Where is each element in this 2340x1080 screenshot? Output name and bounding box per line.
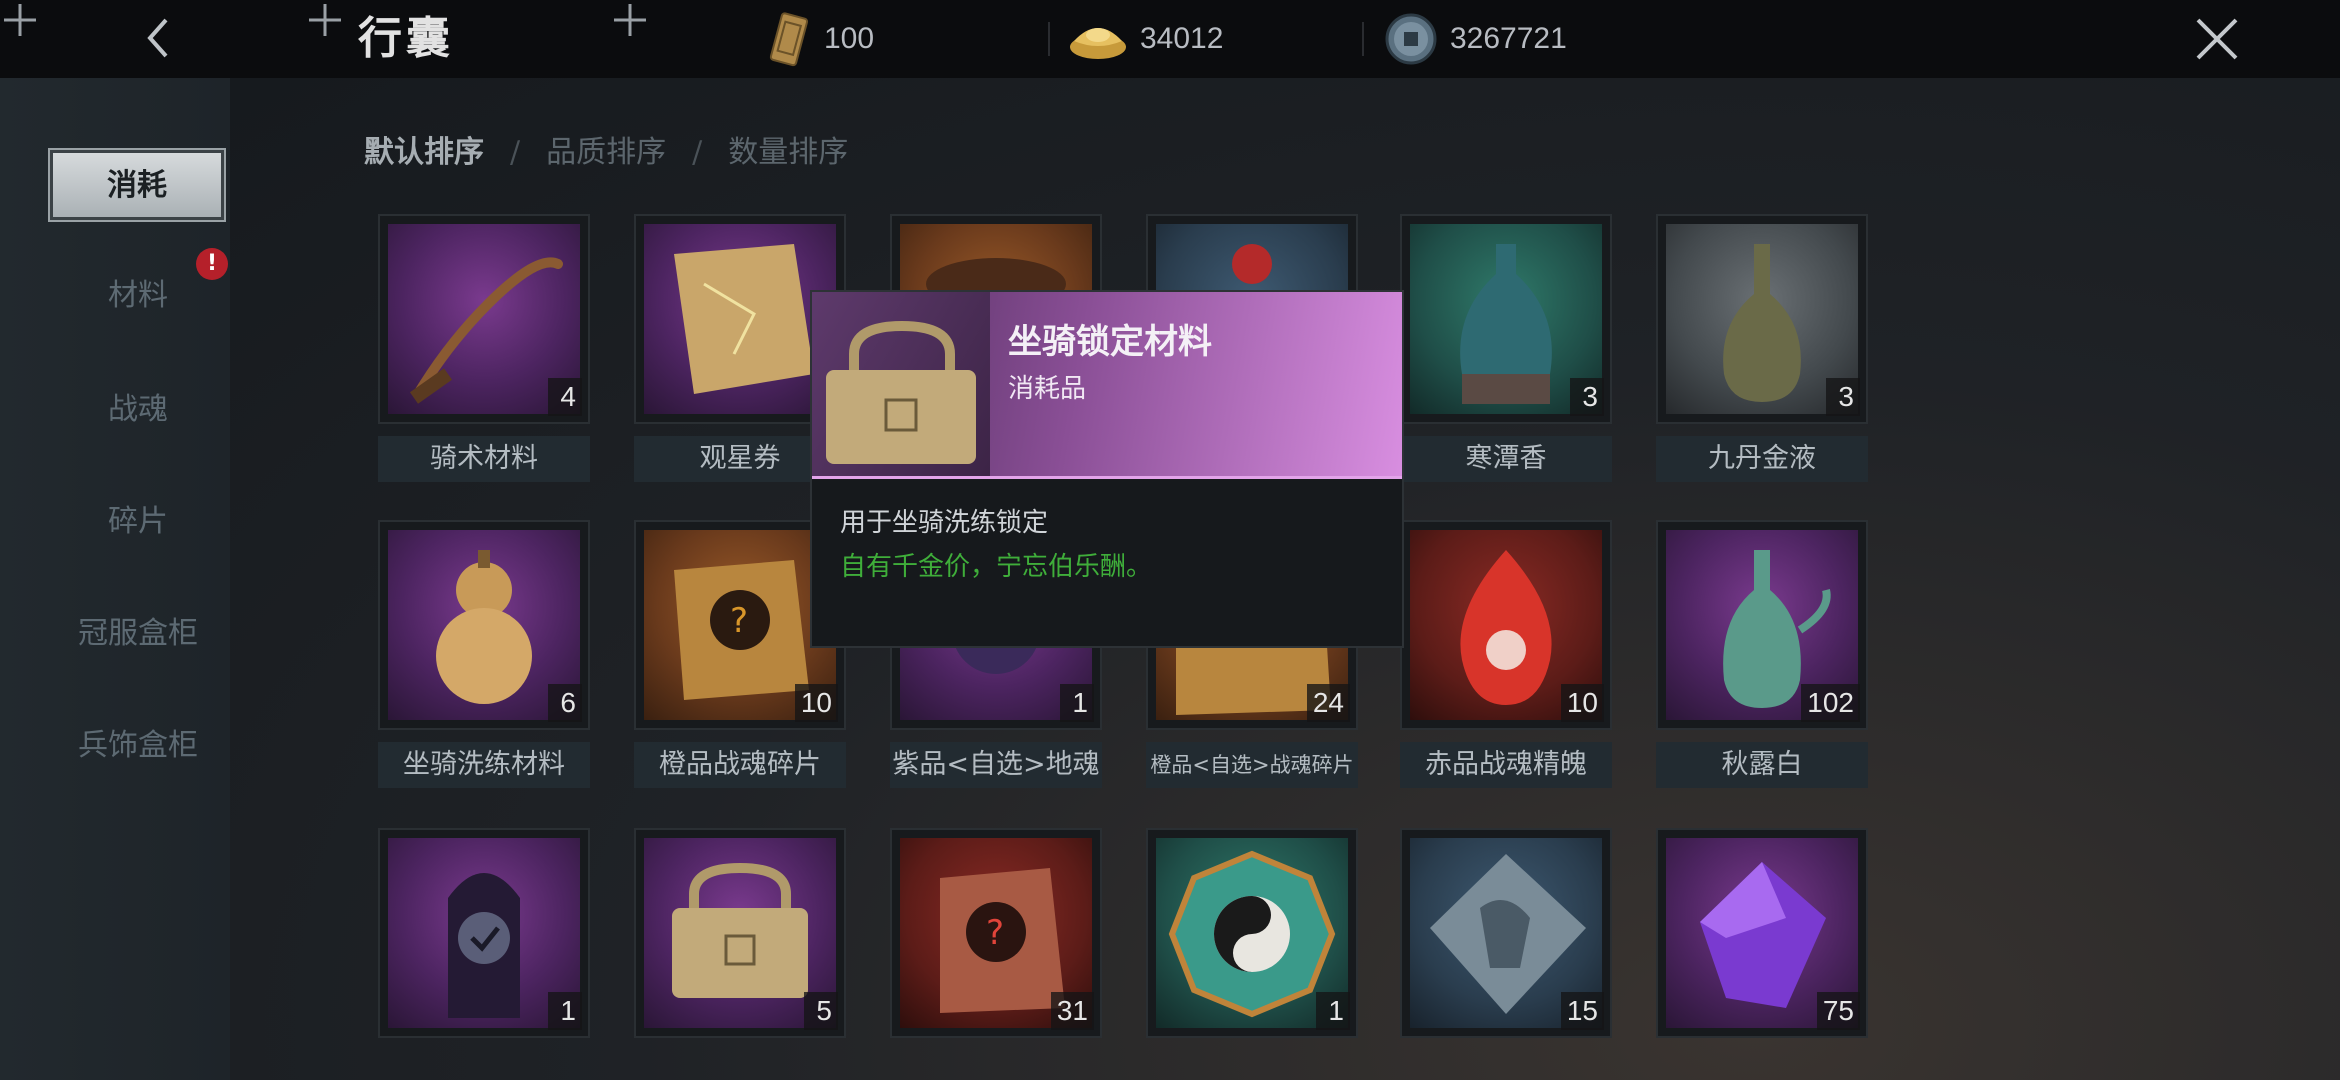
- currency-coin-value: 3267721: [1450, 22, 1567, 55]
- item-slot[interactable]: 4 骑术材料: [378, 214, 590, 482]
- item-name: 紫品<自选>地魂: [890, 742, 1102, 788]
- sort-bar: 默认排序 / 品质排序 / 数量排序: [364, 128, 848, 178]
- item-count: 1: [1316, 992, 1350, 1030]
- page-title: 行囊: [358, 13, 454, 64]
- item-slot[interactable]: ? 31: [890, 828, 1102, 1038]
- padlock-icon: [812, 292, 990, 476]
- tab-costume-cabinet[interactable]: 冠服盒柜: [0, 614, 276, 654]
- item-slot[interactable]: 102 秋露白: [1656, 520, 1868, 788]
- item-name: 秋露白: [1656, 742, 1868, 788]
- item-name: 寒潭香: [1400, 436, 1612, 482]
- item-count: 15: [1560, 992, 1604, 1030]
- item-slot[interactable]: 75: [1656, 828, 1868, 1038]
- item-name: 橙品战魂碎片: [634, 742, 846, 788]
- item-slot[interactable]: 3 九丹金液: [1656, 214, 1868, 482]
- tooltip-flavor-text: 自有千金价，宁忘伯乐酬。: [840, 552, 1153, 582]
- tooltip-item-name: 坐骑锁定材料: [1008, 322, 1212, 362]
- currency-token-value: 100: [824, 22, 875, 55]
- tab-materials[interactable]: 材料: [0, 276, 276, 316]
- category-sidebar: [0, 78, 230, 1080]
- item-count: 102: [1801, 684, 1860, 722]
- tooltip-item-type: 消耗品: [1008, 374, 1087, 404]
- close-button[interactable]: [2192, 14, 2242, 64]
- item-count: 3: [1570, 378, 1604, 416]
- coin-icon: [1385, 13, 1437, 65]
- item-name: 橙品<自选>战魂碎片: [1146, 742, 1358, 788]
- item-count: 1: [1060, 684, 1094, 722]
- item-count: 75: [1816, 992, 1860, 1030]
- item-count: 10: [1560, 684, 1604, 722]
- sort-separator: /: [510, 135, 521, 170]
- item-slot[interactable]: 1: [378, 828, 590, 1038]
- item-name: 九丹金液: [1656, 436, 1868, 482]
- item-count: 1: [548, 992, 582, 1030]
- item-count: 6: [548, 684, 582, 722]
- gold-ingot-icon: [1070, 28, 1126, 59]
- sort-quantity[interactable]: 数量排序: [728, 128, 848, 178]
- top-bar: 行囊 100 34012 3267721: [0, 0, 2340, 78]
- tooltip-description: 用于坐骑洗练锁定: [840, 508, 1049, 538]
- divider: [1362, 22, 1364, 56]
- item-slot[interactable]: 6 坐骑洗练材料: [378, 520, 590, 788]
- chevron-left-icon: [147, 18, 168, 58]
- tab-consumables[interactable]: 消耗: [50, 150, 224, 220]
- currency-gold: 34012: [1068, 10, 1223, 68]
- svg-text:?: ?: [730, 601, 748, 641]
- sort-quality[interactable]: 品质排序: [546, 128, 666, 178]
- item-count: 24: [1306, 684, 1350, 722]
- item-name: 赤品战魂精魄: [1400, 742, 1612, 788]
- item-count: 3: [1826, 378, 1860, 416]
- item-name: 坐骑洗练材料: [378, 742, 590, 788]
- currency-coin: 3267721: [1384, 10, 1567, 68]
- token-icon: [769, 12, 809, 67]
- item-slot[interactable]: 1: [1146, 828, 1358, 1038]
- tab-war-souls[interactable]: 战魂: [0, 390, 276, 430]
- item-slot[interactable]: 5: [634, 828, 846, 1038]
- svg-text:?: ?: [986, 913, 1004, 953]
- divider: [1048, 22, 1050, 56]
- item-count: 10: [794, 684, 838, 722]
- sort-separator: /: [692, 135, 703, 170]
- currency-gold-value: 34012: [1140, 22, 1224, 55]
- item-tooltip: 坐骑锁定材料 消耗品 用于坐骑洗练锁定 自有千金价，宁忘伯乐酬。: [810, 290, 1404, 648]
- item-slot[interactable]: 15: [1400, 828, 1612, 1038]
- tab-weapon-cabinet[interactable]: 兵饰盒柜: [0, 726, 276, 766]
- item-slot[interactable]: 3 寒潭香: [1400, 214, 1612, 482]
- alert-badge: !: [196, 248, 228, 280]
- scroll-icon: [644, 224, 836, 414]
- back-button[interactable]: [130, 8, 190, 68]
- tab-fragments[interactable]: 碎片: [0, 502, 276, 542]
- item-count: 31: [1050, 992, 1094, 1030]
- item-count: 4: [548, 378, 582, 416]
- item-slot[interactable]: 10 赤品战魂精魄: [1400, 520, 1612, 788]
- currency-token: 100: [764, 10, 874, 68]
- sort-default[interactable]: 默认排序: [364, 128, 484, 178]
- item-name: 骑术材料: [378, 436, 590, 482]
- item-count: 5: [804, 992, 838, 1030]
